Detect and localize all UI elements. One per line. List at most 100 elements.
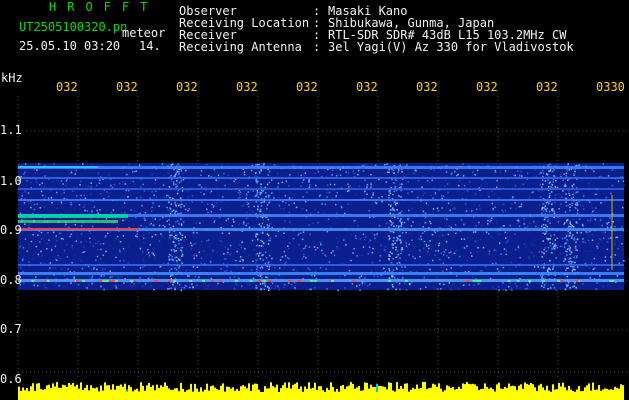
noise-speckle <box>306 257 309 259</box>
noise-speckle <box>304 200 307 203</box>
noise-speckle <box>23 202 26 204</box>
noise-speckle <box>599 238 601 240</box>
noise-speckle <box>540 235 543 238</box>
noise-speckle <box>242 260 244 262</box>
noise-speckle <box>480 233 483 236</box>
meteor-streak <box>259 275 262 277</box>
noise-speckle <box>602 237 605 239</box>
noise-speckle <box>133 235 135 237</box>
noise-speckle <box>65 244 68 246</box>
meteor-streak <box>549 181 552 183</box>
noise-speckle <box>217 282 219 285</box>
noise-speckle <box>262 219 264 221</box>
noise-speckle <box>193 255 196 258</box>
noise-speckle <box>153 288 155 291</box>
noise-speckle <box>518 206 520 208</box>
noise-speckle <box>184 208 187 211</box>
noise-speckle <box>235 284 238 286</box>
noise-speckle <box>170 289 172 291</box>
noise-speckle <box>190 242 192 244</box>
noise-speckle <box>35 276 37 278</box>
noise-speckle <box>39 241 41 243</box>
noise-speckle <box>258 285 260 287</box>
noise-speckle <box>352 172 354 174</box>
noise-speckle <box>200 174 202 177</box>
noise-speckle <box>489 277 492 280</box>
noise-speckle <box>544 247 546 249</box>
noise-speckle <box>246 201 248 203</box>
noise-speckle <box>67 268 69 270</box>
signal-level-base <box>18 392 624 400</box>
noise-speckle <box>63 257 65 259</box>
noise-speckle <box>242 267 244 269</box>
noise-speckle <box>237 266 240 269</box>
band-hotspot <box>99 280 103 282</box>
noise-speckle <box>166 220 168 222</box>
meteor-streak <box>178 259 181 261</box>
noise-speckle <box>122 247 125 250</box>
noise-speckle <box>223 253 225 255</box>
meteor-streak <box>393 225 395 227</box>
meteor-streak <box>397 253 400 256</box>
noise-speckle <box>489 260 491 263</box>
noise-speckle <box>437 288 439 290</box>
noise-speckle <box>519 256 521 259</box>
noise-speckle <box>107 195 110 198</box>
noise-speckle <box>452 221 455 223</box>
noise-speckle <box>116 202 118 204</box>
noise-speckle <box>528 257 530 260</box>
meteor-streak <box>551 184 553 186</box>
meteor-streak <box>170 287 172 289</box>
noise-speckle <box>246 170 248 173</box>
noise-speckle <box>373 275 376 277</box>
noise-speckle <box>430 222 432 225</box>
noise-speckle <box>27 244 30 246</box>
noise-speckle <box>420 251 422 253</box>
noise-speckle <box>475 208 478 210</box>
noise-speckle <box>240 258 243 260</box>
noise-speckle <box>586 257 588 260</box>
noise-speckle <box>40 190 43 193</box>
band-hotspot <box>173 280 177 282</box>
file-name: UT2505100320.pn <box>19 20 128 34</box>
noise-speckle <box>24 171 26 174</box>
meteor-streak <box>552 266 555 269</box>
noise-speckle <box>210 190 213 193</box>
noise-speckle <box>386 171 389 173</box>
noise-speckle <box>432 197 434 199</box>
noise-speckle <box>320 243 322 246</box>
noise-speckle <box>119 241 122 243</box>
noise-speckle <box>596 282 598 284</box>
meteor-streak <box>401 277 404 279</box>
noise-speckle <box>89 267 91 269</box>
noise-speckle <box>296 283 298 285</box>
meteor-streak <box>389 205 392 207</box>
noise-speckle <box>435 202 437 204</box>
noise-speckle <box>496 245 499 247</box>
noise-speckle <box>410 250 412 252</box>
noise-speckle <box>283 232 285 234</box>
noise-speckle <box>26 180 28 182</box>
meteor-streak <box>389 237 391 240</box>
meteor-streak <box>255 235 257 238</box>
noise-speckle <box>123 202 126 204</box>
noise-speckle <box>597 247 599 249</box>
noise-speckle <box>250 169 253 172</box>
meteor-streak <box>575 256 578 259</box>
noise-speckle <box>422 226 424 228</box>
meteor-streak <box>545 208 547 211</box>
meteor-streak <box>576 238 579 241</box>
noise-speckle <box>500 240 502 243</box>
noise-speckle <box>39 207 41 209</box>
noise-speckle <box>419 255 421 258</box>
noise-speckle <box>132 180 135 183</box>
noise-speckle <box>281 256 284 258</box>
noise-speckle <box>274 267 276 269</box>
noise-speckle <box>483 288 485 290</box>
noise-speckle <box>535 221 537 224</box>
noise-speckle <box>321 249 323 252</box>
noise-speckle <box>467 259 469 262</box>
noise-speckle <box>139 247 142 250</box>
noise-speckle <box>438 236 440 238</box>
noise-speckle <box>353 248 355 250</box>
